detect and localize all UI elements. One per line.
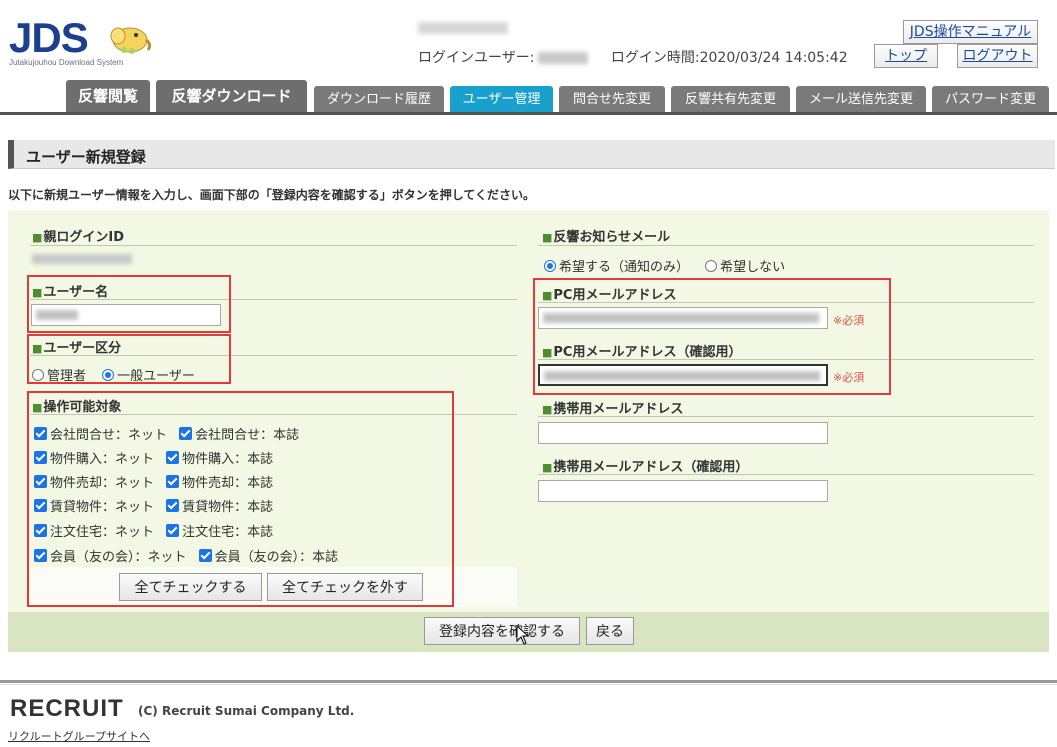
confirm-registration-button[interactable]: 登録内容を確認する xyxy=(424,617,580,645)
tab-bar-divider xyxy=(0,112,1057,115)
parent-id-value-redacted xyxy=(32,254,132,264)
radio-notify-yes-label: 希望する（通知のみ） xyxy=(559,260,690,275)
mobile-mail-confirm-label: ■携帯用メールアドレス（確認用） xyxy=(542,460,749,475)
cursor-icon xyxy=(516,625,530,645)
company-name-redacted xyxy=(418,22,508,34)
divider xyxy=(538,474,1034,475)
logo-subtitle: Jutakujouhou Download System xyxy=(9,58,124,67)
group-site-link[interactable]: リクルートグループサイトへ xyxy=(8,728,150,744)
login-user-label: ログインユーザー: xyxy=(418,50,535,66)
divider xyxy=(538,245,1034,246)
tab-download-history[interactable]: ダウンロード履歴 xyxy=(314,86,444,113)
divider xyxy=(30,245,517,246)
highlight-operation-targets xyxy=(27,391,454,607)
radio-notify-no-label: 希望しない xyxy=(720,260,786,275)
tab-password-change[interactable]: パスワード変更 xyxy=(932,86,1049,113)
tab-response-download[interactable]: 反響ダウンロード xyxy=(156,80,307,113)
logo: JDS xyxy=(9,14,89,61)
radio-notify-no[interactable] xyxy=(705,259,718,272)
section-header xyxy=(8,140,1055,169)
logout-link[interactable]: ログアウト xyxy=(957,44,1038,68)
login-time: ログイン時間:2020/03/24 14:05:42 xyxy=(610,50,848,66)
elephant-logo-icon xyxy=(110,27,152,54)
user-name-redacted xyxy=(538,52,589,64)
manual-link[interactable]: JDS操作マニュアル xyxy=(903,20,1038,44)
back-button[interactable]: 戻る xyxy=(586,617,634,645)
highlight-user-name xyxy=(27,275,231,333)
mobile-mail-confirm-input[interactable] xyxy=(538,480,828,502)
notify-mail-label: ■反響お知らせメール xyxy=(542,230,671,245)
instruction-text: 以下に新規ユーザー情報を入力し、画面下部の「登録内容を確認する」ボタンを押してく… xyxy=(8,188,536,202)
tab-response-view[interactable]: 反響閲覧 xyxy=(66,80,150,113)
radio-notify-yes[interactable] xyxy=(544,259,556,272)
top-link[interactable]: トップ xyxy=(874,44,938,68)
tab-user-management[interactable]: ユーザー管理 xyxy=(450,86,553,113)
highlight-user-type xyxy=(27,334,231,384)
mobile-mail-input[interactable] xyxy=(538,422,828,444)
tab-mail-change[interactable]: メール送信先変更 xyxy=(796,86,926,113)
copyright: (C) Recruit Sumai Company Ltd. xyxy=(138,704,355,718)
tab-share-change[interactable]: 反響共有先変更 xyxy=(671,86,790,113)
tab-contact-change[interactable]: 問合せ先変更 xyxy=(559,86,665,113)
parent-id-label: ■親ログインID xyxy=(32,230,125,245)
page-title: ユーザー新規登録 xyxy=(26,148,146,166)
recruit-logo: RECRUIT xyxy=(10,695,124,722)
highlight-pc-mail xyxy=(533,278,891,395)
footer-divider xyxy=(0,684,1057,685)
mobile-mail-label: ■携帯用メールアドレス xyxy=(542,402,684,417)
divider xyxy=(538,416,1034,417)
notify-radio-group: 希望する（通知のみ） 希望しない xyxy=(544,256,797,275)
footer-divider xyxy=(0,680,1057,683)
login-info: ログインユーザー: ログイン時間:2020/03/24 14:05:42 xyxy=(418,47,848,67)
